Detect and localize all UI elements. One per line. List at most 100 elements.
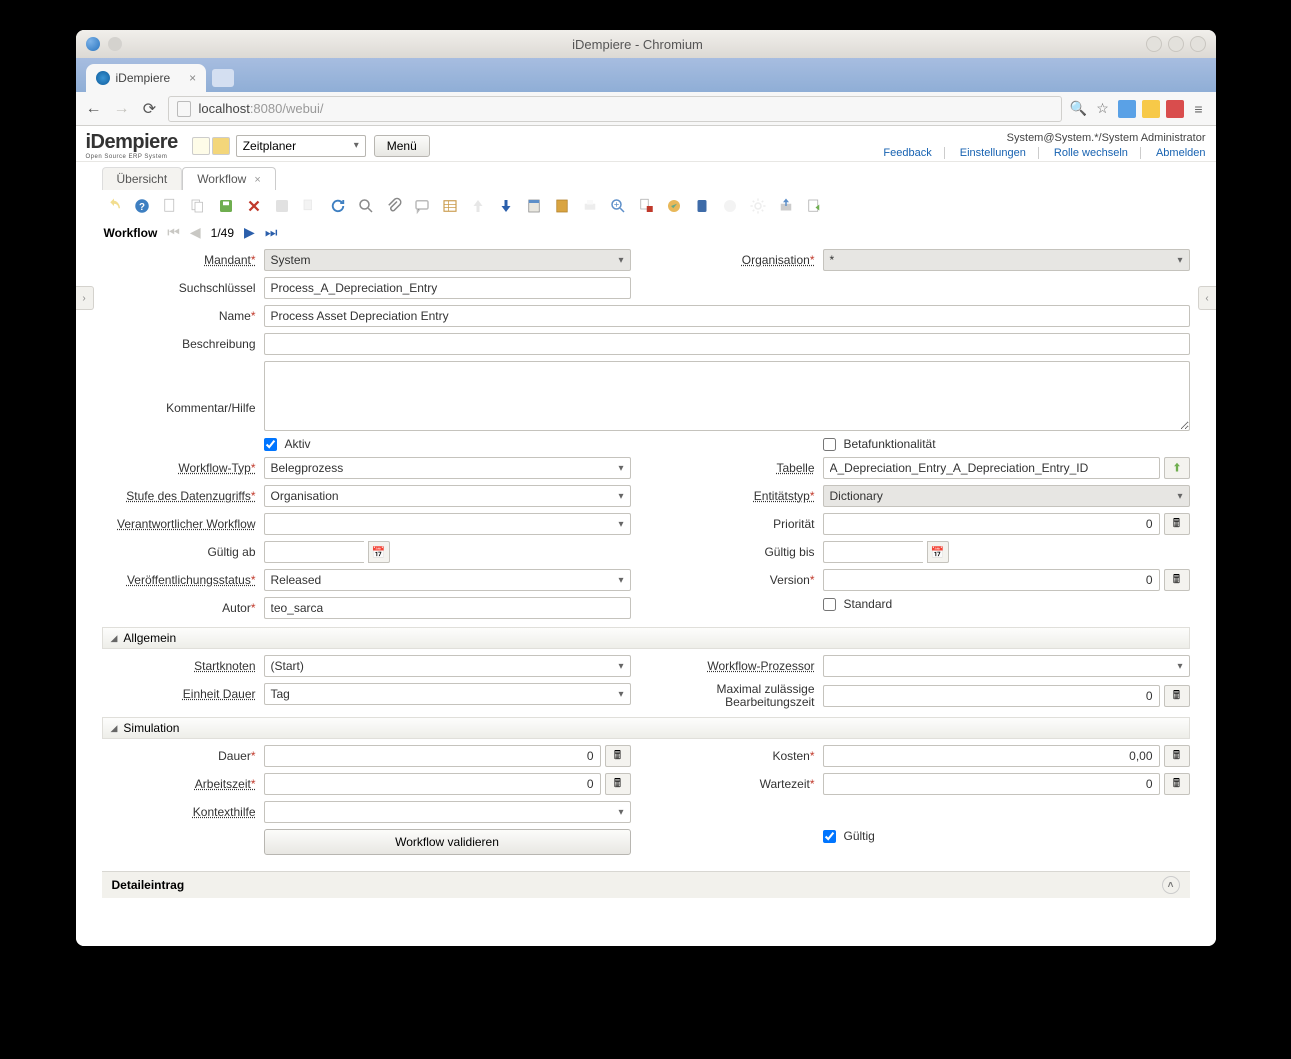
- field-worktime[interactable]: [264, 773, 601, 795]
- quick-launch-select[interactable]: Zeitplaner: [236, 135, 366, 157]
- menu-button[interactable]: Menü: [374, 135, 430, 157]
- field-startnode[interactable]: (Start): [264, 655, 631, 677]
- reload-button[interactable]: ⟳: [140, 99, 160, 119]
- forward-button[interactable]: →: [112, 99, 132, 119]
- field-responsible[interactable]: [264, 513, 631, 535]
- field-validto[interactable]: [823, 541, 923, 563]
- grid-toggle-icon[interactable]: [440, 196, 460, 216]
- report-icon[interactable]: [524, 196, 544, 216]
- url-input[interactable]: localhost:8080/webui/: [168, 96, 1062, 122]
- browser-tab[interactable]: iDempiere ×: [86, 64, 207, 92]
- tab-close-icon[interactable]: ×: [254, 174, 260, 186]
- zoom-across-icon[interactable]: [608, 196, 628, 216]
- open-record-icon[interactable]: [212, 137, 230, 155]
- next-record-icon[interactable]: ▶: [244, 224, 255, 241]
- field-name[interactable]: [264, 305, 1190, 327]
- field-waittime[interactable]: [823, 773, 1160, 795]
- link-settings[interactable]: Einstellungen: [948, 147, 1039, 159]
- field-accesslevel[interactable]: Organisation: [264, 485, 631, 507]
- gear-icon[interactable]: [748, 196, 768, 216]
- field-wfprocessor[interactable]: [823, 655, 1190, 677]
- calc-icon[interactable]: 🖩: [605, 745, 631, 767]
- new-record-icon[interactable]: [192, 137, 210, 155]
- delete-icon[interactable]: [244, 196, 264, 216]
- field-durationlimit[interactable]: [823, 685, 1160, 707]
- calc-icon[interactable]: 🖩: [1164, 773, 1190, 795]
- minimize-button[interactable]: [1146, 36, 1162, 52]
- link-logout[interactable]: Abmelden: [1144, 147, 1206, 159]
- field-cost[interactable]: [823, 745, 1160, 767]
- link-feedback[interactable]: Feedback: [871, 147, 944, 159]
- field-mandant[interactable]: System: [264, 249, 631, 271]
- field-duration[interactable]: [264, 745, 601, 767]
- help-icon[interactable]: ?: [132, 196, 152, 216]
- checkbox-beta[interactable]: [823, 438, 836, 451]
- field-entitytype[interactable]: Dictionary: [823, 485, 1190, 507]
- field-table[interactable]: [823, 457, 1160, 479]
- back-button[interactable]: ←: [84, 99, 104, 119]
- import-file-icon[interactable]: [804, 196, 824, 216]
- active-wf-icon[interactable]: [636, 196, 656, 216]
- request-icon[interactable]: [664, 196, 684, 216]
- field-pubstatus[interactable]: Released: [264, 569, 631, 591]
- calc-icon[interactable]: 🖩: [1164, 745, 1190, 767]
- calc-icon[interactable]: 🖩: [605, 773, 631, 795]
- validate-workflow-button[interactable]: Workflow validieren: [264, 829, 631, 855]
- field-durationunit[interactable]: Tag: [264, 683, 631, 705]
- checkbox-valid[interactable]: [823, 830, 836, 843]
- attachment-icon[interactable]: [384, 196, 404, 216]
- export-icon[interactable]: [776, 196, 796, 216]
- bookmark-star-icon[interactable]: ☆: [1094, 100, 1112, 118]
- checkbox-active[interactable]: [264, 438, 277, 451]
- field-description[interactable]: [264, 333, 1190, 355]
- checkbox-default[interactable]: [823, 598, 836, 611]
- field-searchkey[interactable]: [264, 277, 631, 299]
- new-icon[interactable]: [160, 196, 180, 216]
- parent-icon[interactable]: [468, 196, 488, 216]
- field-author[interactable]: [264, 597, 631, 619]
- process-icon[interactable]: [720, 196, 740, 216]
- calc-icon[interactable]: 🖩: [1164, 569, 1190, 591]
- field-priority[interactable]: [823, 513, 1160, 535]
- section-general[interactable]: ◢Allgemein: [102, 627, 1190, 649]
- ignore-icon[interactable]: [300, 196, 320, 216]
- save-icon[interactable]: [216, 196, 236, 216]
- product-info-icon[interactable]: [692, 196, 712, 216]
- find-icon[interactable]: [356, 196, 376, 216]
- close-button[interactable]: [1190, 36, 1206, 52]
- chevron-up-icon[interactable]: ˄: [1162, 876, 1180, 894]
- right-panel-toggle[interactable]: ‹: [1198, 286, 1216, 310]
- print-icon[interactable]: [580, 196, 600, 216]
- left-panel-toggle[interactable]: ›: [76, 286, 94, 310]
- new-tab-button[interactable]: [212, 69, 234, 87]
- refresh-icon[interactable]: [328, 196, 348, 216]
- calc-icon[interactable]: 🖩: [1164, 513, 1190, 535]
- save-new-icon[interactable]: [272, 196, 292, 216]
- chat-icon[interactable]: [412, 196, 432, 216]
- tab-workflow[interactable]: Workflow×: [182, 167, 276, 190]
- field-wftype[interactable]: Belegprozess: [264, 457, 631, 479]
- extension-icon[interactable]: [1142, 100, 1160, 118]
- tab-close-icon[interactable]: ×: [189, 71, 196, 85]
- extension-gplus-icon[interactable]: [1166, 100, 1184, 118]
- detail-icon[interactable]: [496, 196, 516, 216]
- tab-overview[interactable]: Übersicht: [102, 167, 183, 190]
- calendar-icon[interactable]: 📅: [368, 541, 390, 563]
- section-simulation[interactable]: ◢Simulation: [102, 717, 1190, 739]
- field-version[interactable]: [823, 569, 1160, 591]
- field-ctxhelp[interactable]: [264, 801, 631, 823]
- field-help[interactable]: [264, 361, 1190, 431]
- calc-icon[interactable]: 🖩: [1164, 685, 1190, 707]
- table-zoom-icon[interactable]: [1164, 457, 1190, 479]
- archive-icon[interactable]: [552, 196, 572, 216]
- field-organisation[interactable]: *: [823, 249, 1190, 271]
- prev-record-icon[interactable]: ◀: [190, 224, 201, 241]
- undo-icon[interactable]: [104, 196, 124, 216]
- maximize-button[interactable]: [1168, 36, 1184, 52]
- link-change-role[interactable]: Rolle wechseln: [1042, 147, 1141, 159]
- last-record-icon[interactable]: ⏭: [265, 224, 278, 241]
- field-validfrom[interactable]: [264, 541, 364, 563]
- copy-icon[interactable]: [188, 196, 208, 216]
- calendar-icon[interactable]: 📅: [927, 541, 949, 563]
- detail-entry-bar[interactable]: Detaileintrag ˄: [102, 871, 1190, 898]
